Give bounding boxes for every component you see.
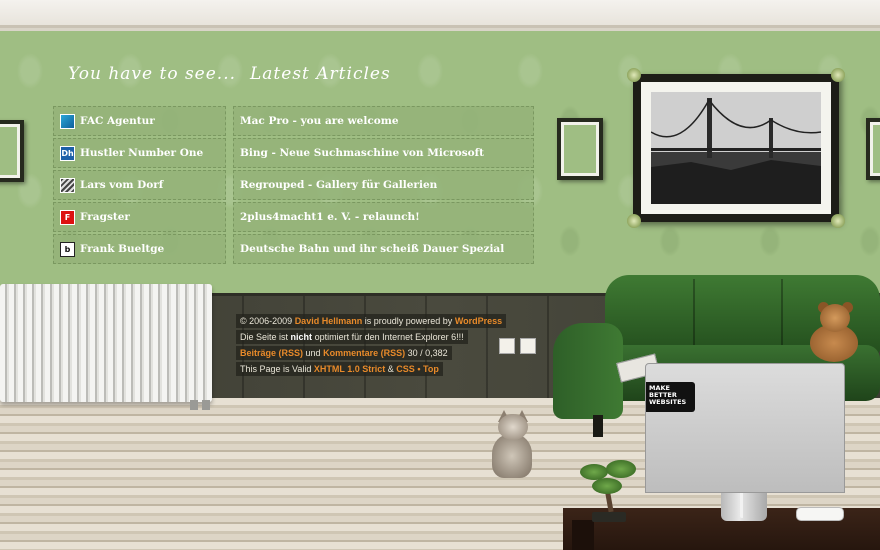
copyright-years: © 2006-2009 [240,316,293,326]
footer-validation-line: This Page is Valid XHTML 1.0 Strict & CS… [236,362,443,376]
visit-heading: You have to see... [68,64,237,84]
fragster-favicon-icon: F [60,209,75,225]
author-link[interactable]: David Hellmann [295,316,363,326]
bonsai-pot [592,512,626,522]
lars-vom-dorf-favicon-icon [60,177,75,193]
right-picture-frame [866,118,880,180]
visit-link-label: FAC Agentur [80,115,155,127]
sofa-seam [693,279,695,349]
light-switch-icon [499,338,515,354]
powered-by-text: is proudly powered by [364,316,453,326]
visit-link-label: Lars vom Dorf [80,179,164,191]
frame-ornament-icon [831,68,845,82]
kitten-head [498,414,528,440]
ceiling [0,0,880,28]
ie-notice-suffix: optimiert für den Internet Explorer 6!!! [314,332,464,342]
frank-bueltge-favicon-icon: b [60,241,75,257]
kitten [486,410,538,480]
footer-copyright-line: © 2006-2009 David Hellmann is proudly po… [236,314,507,328]
hustler-number-one-favicon-icon: Dh [60,145,75,161]
visit-link-hustler-number-one[interactable]: Dh Hustler Number One [53,138,226,168]
comments-rss-link[interactable]: Kommentare (RSS) [323,348,405,358]
article-link[interactable]: Bing - Neue Suchmaschine von Microsoft [233,138,534,168]
bonsai-foliage [592,478,622,494]
separator-dot: • [417,364,421,374]
visit-link-frank-bueltge[interactable]: b Frank Bueltge [53,234,226,264]
power-outlet-icon [520,338,536,354]
frame-ornament-icon [627,214,641,228]
radiator [0,284,212,402]
latest-articles-heading: Latest Articles [250,64,391,84]
visit-link-fragster[interactable]: F Fragster [53,202,226,232]
visit-link-fac-agentur[interactable]: FAC Agentur [53,106,226,136]
back-to-top-link[interactable]: Top [423,364,439,374]
airport-router [796,507,844,521]
golden-gate-photo-frame [627,68,845,228]
middle-picture-frame [557,118,603,180]
sofa-leg [593,415,603,437]
sofa-arm [553,323,623,419]
latest-articles-list: Mac Pro - you are welcome Bing - Neue Su… [233,106,534,266]
frame-ornament-icon [831,214,845,228]
visit-links-list: FAC Agentur Dh Hustler Number One Lars v… [53,106,226,266]
kitten-body [492,434,532,478]
make-better-websites-sticker[interactable]: MAKE BETTER WEBSITES [646,382,695,412]
desk-leg [572,520,594,550]
teddy-bear [800,302,868,362]
ampersand: & [387,364,394,374]
teddy-head [820,304,850,332]
query-stats: 30 / 0,382 [407,348,448,358]
article-link[interactable]: 2plus4macht1 e. V. - relaunch! [233,202,534,232]
posts-rss-link[interactable]: Beiträge (RSS) [240,348,303,358]
article-link[interactable]: Mac Pro - you are welcome [233,106,534,136]
fac-agentur-favicon-icon [60,113,75,129]
sticker-line: WEBSITES [649,398,687,406]
rss-and-text: und [305,348,321,358]
wordpress-link[interactable]: WordPress [455,316,502,326]
frame-ornament-icon [627,68,641,82]
radiator-foot [190,400,198,410]
bonsai-tree [578,460,640,524]
valid-prefix: This Page is Valid [240,364,312,374]
radiator-foot [202,400,210,410]
css-valid-link[interactable]: CSS [396,364,415,374]
ie-notice-emphasis: nicht [290,332,313,342]
article-link[interactable]: Deutsche Bahn und ihr scheiß Dauer Spezi… [233,234,534,264]
visit-link-lars-vom-dorf[interactable]: Lars vom Dorf [53,170,226,200]
footer-rss-line: Beiträge (RSS) und Kommentare (RSS) 30 /… [236,346,452,360]
sofa-seam [781,279,783,349]
xhtml-valid-link[interactable]: XHTML 1.0 Strict [314,364,385,374]
visit-link-label: Frank Bueltge [80,243,165,255]
footer-ie-notice: Die Seite ist nicht optimiert für den In… [236,330,468,344]
ie-notice-prefix: Die Seite ist [240,332,289,342]
imac-computer: MAKE BETTER WEBSITES [645,363,845,493]
bonsai-foliage [606,460,636,478]
golden-gate-photo [651,92,821,204]
visit-link-label: Hustler Number One [80,147,204,159]
visit-link-label: Fragster [80,211,130,223]
article-link[interactable]: Regrouped - Gallery für Gallerien [233,170,534,200]
left-picture-frame [0,120,24,182]
